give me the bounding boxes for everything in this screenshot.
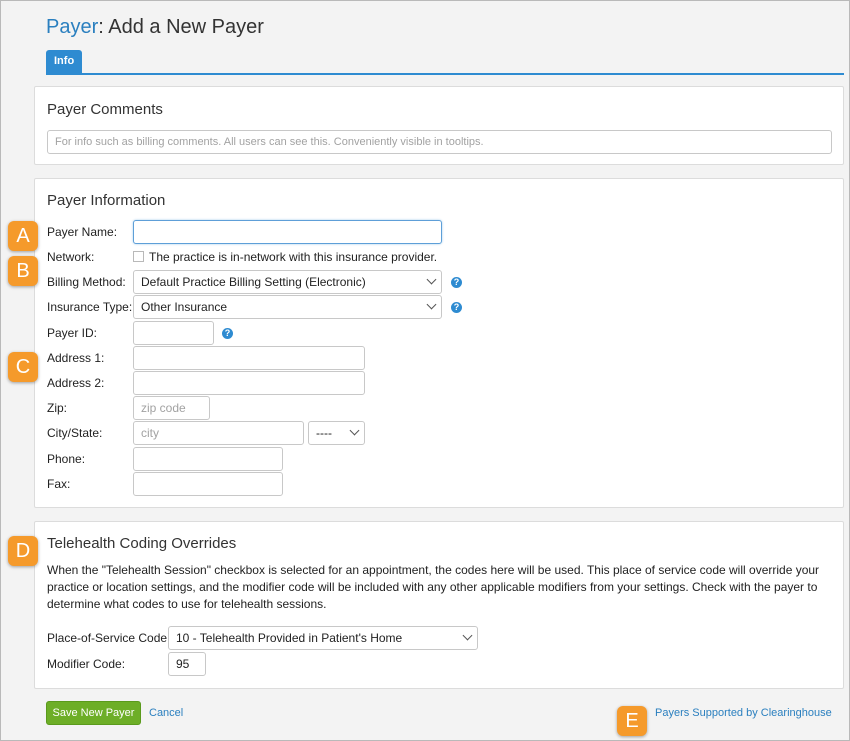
telehealth-description: When the "Telehealth Session" checkbox i… bbox=[47, 563, 820, 611]
address1-label: Address 1: bbox=[47, 351, 105, 365]
address2-input[interactable] bbox=[133, 371, 365, 395]
fax-label: Fax: bbox=[47, 477, 71, 491]
billing-method-select[interactable]: Default Practice Billing Setting (Electr… bbox=[133, 270, 442, 294]
insurance-type-select[interactable]: Other Insurance bbox=[133, 295, 442, 319]
breadcrumb-payer[interactable]: Payer bbox=[46, 16, 98, 38]
network-checkbox-label: The practice is in-network with this ins… bbox=[149, 250, 438, 264]
telehealth-panel: Telehealth Coding Overrides When the "Te… bbox=[34, 521, 844, 689]
callout-badge-a: A bbox=[8, 221, 38, 251]
zip-label: Zip: bbox=[47, 401, 68, 415]
tab-info[interactable]: Info bbox=[46, 50, 83, 73]
payer-information-heading: Payer Information bbox=[47, 192, 166, 209]
payer-comments-input[interactable] bbox=[47, 130, 832, 154]
payer-id-label: Payer ID: bbox=[47, 326, 98, 340]
fax-input[interactable] bbox=[133, 472, 283, 496]
payer-comments-panel: Payer Comments bbox=[34, 86, 844, 165]
payer-name-label: Payer Name: bbox=[47, 225, 118, 239]
payer-information-panel: Payer Information Payer Name: Network: T… bbox=[34, 178, 844, 508]
callout-badge-e: E bbox=[617, 706, 647, 736]
telehealth-heading: Telehealth Coding Overrides bbox=[47, 535, 237, 552]
chevron-down-icon bbox=[426, 299, 437, 310]
cancel-link[interactable]: Cancel bbox=[149, 707, 183, 719]
save-new-payer-button[interactable]: Save New Payer bbox=[46, 701, 141, 725]
pos-code-label: Place-of-Service Code: bbox=[47, 631, 171, 645]
pos-code-value: 10 - Telehealth Provided in Patient's Ho… bbox=[176, 631, 403, 645]
state-select[interactable]: ---- bbox=[308, 421, 365, 445]
help-icon[interactable]: ? bbox=[451, 277, 462, 288]
payer-id-input[interactable] bbox=[133, 321, 214, 345]
chevron-down-icon bbox=[462, 630, 473, 641]
city-input[interactable] bbox=[133, 421, 304, 445]
billing-method-label: Billing Method: bbox=[47, 275, 126, 289]
city-state-label: City/State: bbox=[47, 426, 103, 440]
payer-name-input[interactable] bbox=[133, 220, 442, 244]
phone-label: Phone: bbox=[47, 452, 86, 466]
callout-badge-c: C bbox=[8, 352, 38, 382]
chevron-down-icon bbox=[349, 425, 360, 436]
insurance-type-value: Other Insurance bbox=[141, 300, 228, 314]
chevron-down-icon bbox=[426, 274, 437, 285]
help-icon[interactable]: ? bbox=[222, 328, 233, 339]
payers-supported-link[interactable]: Payers Supported by Clearinghouse bbox=[655, 707, 832, 719]
pos-code-select[interactable]: 10 - Telehealth Provided in Patient's Ho… bbox=[168, 626, 478, 650]
insurance-type-label: Insurance Type: bbox=[47, 300, 133, 314]
modifier-code-label: Modifier Code: bbox=[47, 657, 126, 671]
payer-comments-heading: Payer Comments bbox=[47, 101, 163, 118]
state-value: ---- bbox=[316, 426, 332, 440]
modifier-code-input[interactable] bbox=[168, 652, 206, 676]
help-icon[interactable]: ? bbox=[451, 302, 462, 313]
network-checkbox[interactable] bbox=[133, 251, 144, 262]
network-label: Network: bbox=[47, 250, 95, 264]
address2-label: Address 2: bbox=[47, 376, 105, 390]
address1-input[interactable] bbox=[133, 346, 365, 370]
zip-input[interactable] bbox=[133, 396, 210, 420]
page-title: Payer: Add a New Payer bbox=[46, 16, 264, 39]
callout-badge-b: B bbox=[8, 256, 38, 286]
phone-input[interactable] bbox=[133, 447, 283, 471]
billing-method-value: Default Practice Billing Setting (Electr… bbox=[141, 275, 366, 289]
tab-bar: Info bbox=[46, 50, 844, 75]
page-title-text: : Add a New Payer bbox=[98, 16, 264, 38]
callout-badge-d: D bbox=[8, 536, 38, 566]
